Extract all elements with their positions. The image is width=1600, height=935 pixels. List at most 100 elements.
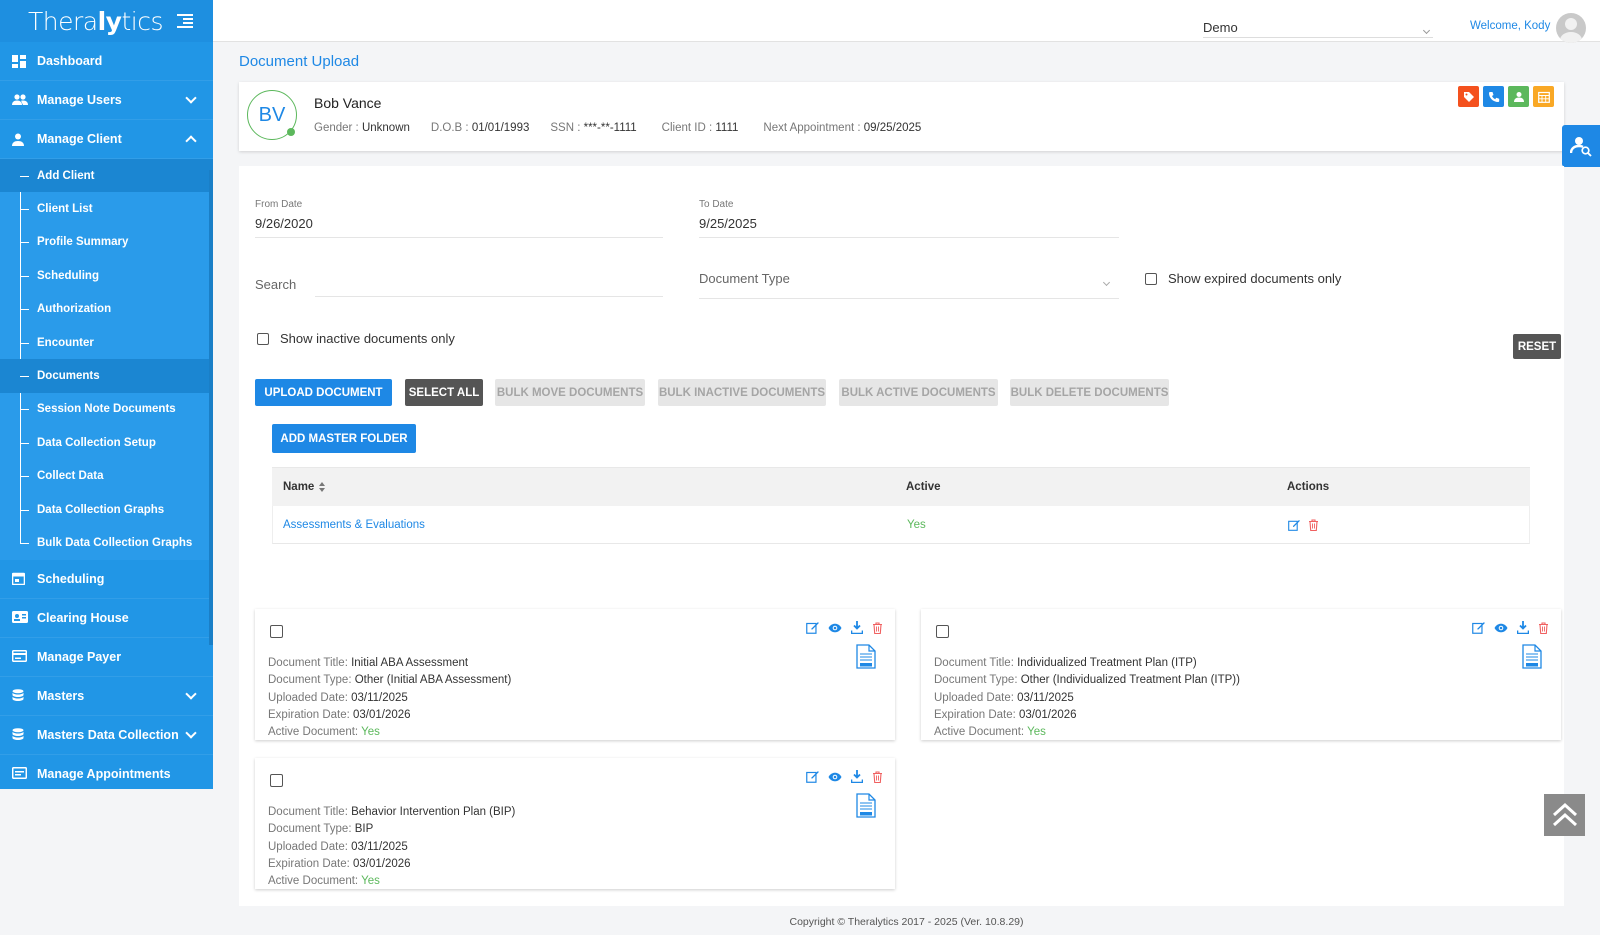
document-select-checkbox[interactable] [270,774,283,787]
sidebar: Theralytics Dashboard Manage Users Manag… [0,0,213,789]
submenu-item[interactable]: Scheduling [0,259,213,292]
chevron-up-icon [185,135,197,147]
nav-masters-data-collection[interactable]: Masters Data Collection [0,716,213,755]
folders-table: Name Active Actions Assessments & Evalua… [272,467,1530,544]
bulk-inactive-button[interactable]: BULK INACTIVE DOCUMENTS [658,379,826,406]
delete-icon[interactable] [872,621,883,634]
select-all-button[interactable]: SELECT ALL [405,379,483,406]
document-select-checkbox[interactable] [270,625,283,638]
edit-icon[interactable] [1288,519,1300,531]
theralytics-logo[interactable]: Theralytics [28,7,164,36]
document-select-checkbox[interactable] [936,625,949,638]
nav-clearing-house[interactable]: Clearing House [0,599,213,638]
download-icon[interactable] [851,770,863,783]
nav-manage-appointments[interactable]: Manage Appointments [0,755,213,789]
nav-manage-users[interactable]: Manage Users [0,81,213,120]
submenu-item[interactable]: Client List [0,192,213,225]
document-details: Document Title: Behavior Intervention Pl… [268,804,515,890]
doc-file-icon[interactable] [856,644,876,669]
active-column-header: Active [906,481,941,493]
download-icon[interactable] [1517,621,1529,634]
nav-scheduling[interactable]: Scheduling [0,560,213,599]
submenu-item[interactable]: Authorization [0,293,213,326]
menu-toggle-icon[interactable] [177,14,193,28]
bulk-active-button[interactable]: BULK ACTIVE DOCUMENTS [839,379,998,406]
chevron-down-icon [185,688,197,700]
client-avatar: BV [247,90,297,140]
organization-select[interactable]: Demo [1203,6,1433,38]
folder-active-value: Yes [907,518,926,531]
from-date-label: From Date [255,199,303,210]
table-row: Assessments & Evaluations Yes [272,506,1530,544]
to-date-input[interactable]: 9/25/2025 [699,216,1119,238]
actions-column-header: Actions [1287,481,1330,493]
delete-icon[interactable] [1538,621,1549,634]
client-header-card: BV Bob Vance Gender : Unknown D.O.B : 01… [239,82,1564,151]
welcome-text[interactable]: Welcome, Kody [1470,20,1550,32]
from-date-input[interactable]: 9/26/2020 [255,216,663,238]
view-eye-icon[interactable] [828,772,842,782]
sidebar-scrollbar[interactable] [209,170,213,645]
nav-masters[interactable]: Masters [0,677,213,716]
folder-link[interactable]: Assessments & Evaluations [273,519,907,531]
download-icon[interactable] [851,621,863,634]
submenu-item[interactable]: Encounter [0,326,213,359]
appointment-icon [11,767,28,780]
document-expiration-date: Expiration Date: 03/01/2026 [934,708,1077,721]
submenu-item[interactable]: Session Note Documents [0,393,213,426]
submenu-item[interactable]: Data Collection Setup [0,426,213,459]
search-underline [315,296,663,297]
nav-dashboard[interactable]: Dashboard [0,42,213,81]
nav-manage-payer[interactable]: Manage Payer [0,638,213,677]
edit-icon[interactable] [806,621,819,634]
submenu-item-documents[interactable]: Documents [0,359,213,393]
expired-documents-checkbox[interactable] [1145,273,1157,285]
doc-file-icon[interactable] [856,793,876,818]
document-details: Document Title: Initial ABA Assessment D… [268,655,511,741]
add-master-folder-button[interactable]: ADD MASTER FOLDER [272,424,416,453]
contact-icon[interactable] [1508,86,1529,107]
scroll-to-top-button[interactable] [1544,794,1585,836]
document-type: Document Type: BIP [268,823,374,836]
client-submenu: Add Client Client List Profile Summary S… [0,159,213,560]
upload-document-button[interactable]: UPLOAD DOCUMENT [255,379,392,406]
person-icon [12,133,26,146]
delete-icon[interactable] [1308,518,1319,531]
name-column-header[interactable]: Name [272,481,906,493]
submenu-item[interactable]: Profile Summary [0,226,213,259]
search-input[interactable]: Search [255,277,296,292]
document-card: Document Title: Individualized Treatment… [921,609,1561,740]
edit-icon[interactable] [806,770,819,783]
client-search-tab[interactable] [1562,125,1600,167]
submenu-item[interactable]: Data Collection Graphs [0,493,213,526]
user-search-icon [1570,137,1592,157]
view-eye-icon[interactable] [1494,623,1508,633]
document-type-select[interactable]: Document Type [699,271,790,286]
inactive-documents-checkbox[interactable] [257,333,269,345]
delete-icon[interactable] [872,770,883,783]
database-icon [12,689,26,702]
submenu-item[interactable]: Collect Data [0,460,213,493]
double-chevron-up-icon [1552,802,1577,827]
brand-bar: Theralytics [0,0,213,42]
expired-documents-label: Show expired documents only [1168,271,1342,286]
tag-icon[interactable] [1458,86,1479,107]
calendar-icon[interactable] [1533,86,1554,107]
footer-copyright: Copyright © Theralytics 2017 - 2025 (Ver… [789,916,1024,928]
phone-icon[interactable] [1483,86,1504,107]
user-avatar[interactable] [1556,13,1586,43]
to-date-label: To Date [699,199,734,210]
client-gender: Gender : Unknown [314,122,410,134]
sort-icon[interactable] [319,481,326,492]
edit-icon[interactable] [1472,621,1485,634]
document-details: Document Title: Individualized Treatment… [934,655,1240,741]
bulk-delete-button[interactable]: BULK DELETE DOCUMENTS [1010,379,1169,406]
nav-manage-client[interactable]: Manage Client [0,120,213,159]
document-active: Active Document: Yes [268,726,380,739]
view-eye-icon[interactable] [828,623,842,633]
doc-file-icon[interactable] [1522,644,1542,669]
submenu-item[interactable]: Bulk Data Collection Graphs [0,526,213,559]
submenu-item[interactable]: Add Client [0,159,213,193]
reset-button[interactable]: RESET [1513,334,1561,359]
bulk-move-button[interactable]: BULK MOVE DOCUMENTS [495,379,645,406]
